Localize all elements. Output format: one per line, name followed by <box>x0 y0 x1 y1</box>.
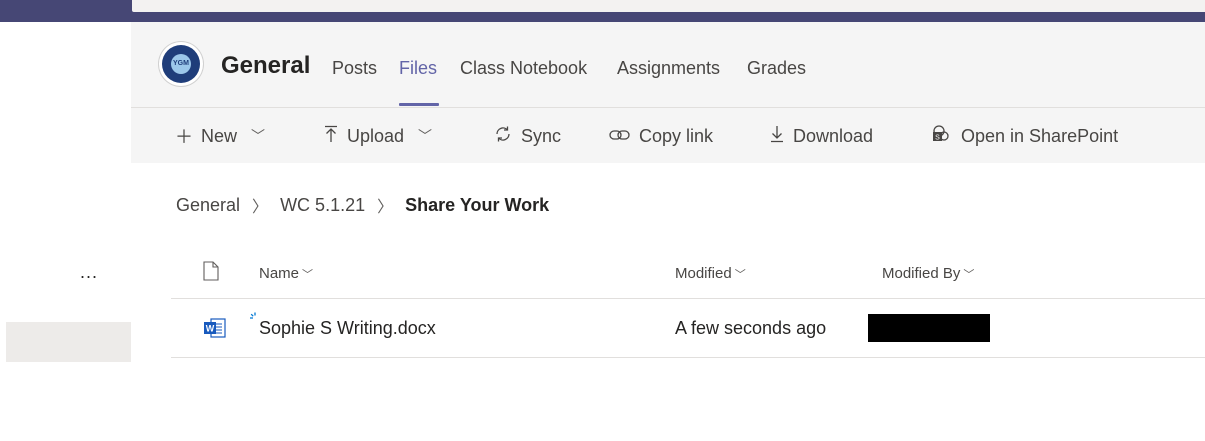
link-icon <box>609 126 631 147</box>
breadcrumb-current: Share Your Work <box>405 194 550 215</box>
open-in-sharepoint-button[interactable]: S Open in SharePoint <box>931 124 1118 148</box>
copy-link-button[interactable]: Copy link <box>609 124 713 148</box>
chevron-down-icon: ﹀ <box>734 269 746 281</box>
main-pane: YGM General Posts Files Class Notebook A… <box>131 22 1205 441</box>
chevron-right-icon: 〉 <box>252 199 269 216</box>
upload-button[interactable]: Upload ﹀ <box>323 124 432 148</box>
breadcrumb-item-wc[interactable]: WC 5.1.21 <box>280 195 365 216</box>
sharepoint-icon: S <box>931 124 953 149</box>
name-column-label: Name <box>259 265 300 282</box>
team-logo[interactable]: YGM <box>159 42 203 86</box>
chevron-right-icon: 〉 <box>377 199 394 216</box>
channel-title: General <box>221 52 311 79</box>
svg-text:W: W <box>206 324 215 334</box>
tab-files[interactable]: Files <box>399 58 437 79</box>
new-label: New <box>201 125 238 146</box>
chevron-down-icon: ﹀ <box>963 269 975 281</box>
logo-text: YGM <box>171 54 191 74</box>
logo-ring: YGM <box>162 45 200 83</box>
open-sharepoint-label: Open in SharePoint <box>961 125 1119 146</box>
breadcrumb: General 〉 WC 5.1.21 〉 Share Your Work <box>176 193 549 217</box>
breadcrumb-item-general[interactable]: General <box>176 195 240 216</box>
active-tab-indicator <box>399 103 439 106</box>
modified-by-column-label: Modified By <box>882 265 961 282</box>
sync-button[interactable]: Sync <box>493 124 561 148</box>
tab-grades[interactable]: Grades <box>747 58 806 79</box>
chevron-down-icon: ﹀ <box>302 269 314 281</box>
sync-label: Sync <box>521 125 562 146</box>
sync-icon <box>493 125 513 148</box>
download-button[interactable]: Download <box>769 124 873 148</box>
search-bar-area[interactable] <box>132 0 1205 12</box>
more-options-icon[interactable]: ... <box>80 262 110 282</box>
tab-posts[interactable]: Posts <box>332 58 377 79</box>
chevron-down-icon: ﹀ <box>251 128 266 144</box>
file-name[interactable]: Sophie S Writing.docx <box>259 318 436 339</box>
tab-class-notebook[interactable]: Class Notebook <box>460 58 587 79</box>
table-row[interactable]: W Sophie S Writing.docx A few seconds ag… <box>171 299 1205 358</box>
app-top-bar <box>0 0 1205 22</box>
modified-by-redacted <box>868 314 990 342</box>
plus-icon: ＋ <box>175 127 193 147</box>
tab-assignments[interactable]: Assignments <box>617 58 720 79</box>
rail-selected-item[interactable] <box>6 322 131 362</box>
left-rail: ... <box>0 22 131 441</box>
download-icon <box>769 125 785 148</box>
file-type-column-icon[interactable] <box>203 261 219 281</box>
files-content: General 〉 WC 5.1.21 〉 Share Your Work Na… <box>131 163 1205 441</box>
modified-by-column-header[interactable]: Modified By ﹀ <box>882 265 974 282</box>
download-label: Download <box>793 125 874 146</box>
svg-text:S: S <box>935 134 940 141</box>
modified-column-header[interactable]: Modified ﹀ <box>675 265 746 282</box>
name-column-header[interactable]: Name ﹀ <box>259 265 313 282</box>
channel-header: YGM General Posts Files Class Notebook A… <box>131 22 1205 107</box>
upload-label: Upload <box>347 125 405 146</box>
word-doc-icon: W <box>203 317 227 339</box>
upload-icon <box>323 125 339 148</box>
modified-column-label: Modified <box>675 265 732 282</box>
file-modified: A few seconds ago <box>675 318 827 338</box>
chevron-down-icon: ﹀ <box>418 128 433 144</box>
copy-link-label: Copy link <box>639 125 714 146</box>
files-toolbar: ＋ New ﹀ Upload ﹀ Sync Copy link Download… <box>131 107 1205 164</box>
new-button[interactable]: ＋ New ﹀ <box>175 124 265 148</box>
